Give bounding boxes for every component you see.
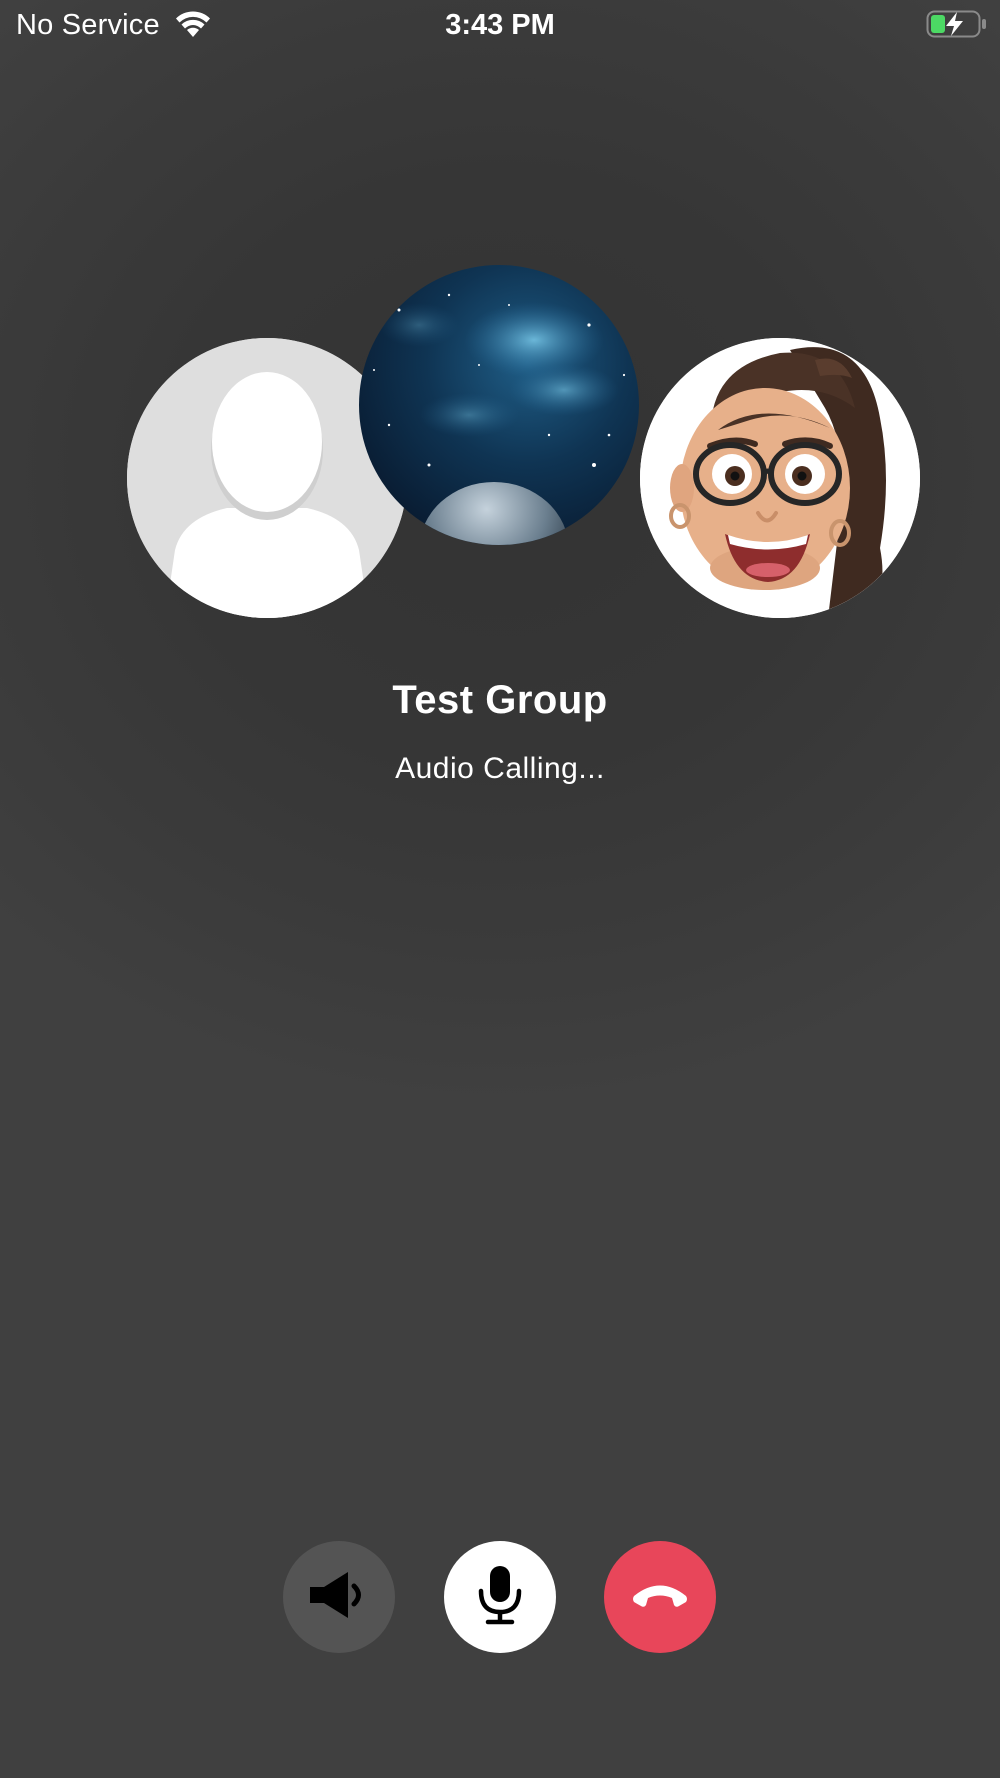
participant-avatars <box>0 0 1000 640</box>
end-call-button[interactable] <box>604 1541 716 1653</box>
hang-up-icon <box>632 1581 688 1614</box>
space-nebula-avatar <box>359 265 639 545</box>
memoji-avatar <box>640 338 920 618</box>
call-title: Test Group <box>392 678 608 722</box>
microphone-icon <box>477 1565 523 1630</box>
call-status: Audio Calling... <box>395 752 605 785</box>
speaker-icon <box>308 1569 370 1626</box>
mute-button[interactable] <box>444 1541 556 1653</box>
call-controls <box>0 1541 1000 1653</box>
speaker-button[interactable] <box>283 1541 395 1653</box>
